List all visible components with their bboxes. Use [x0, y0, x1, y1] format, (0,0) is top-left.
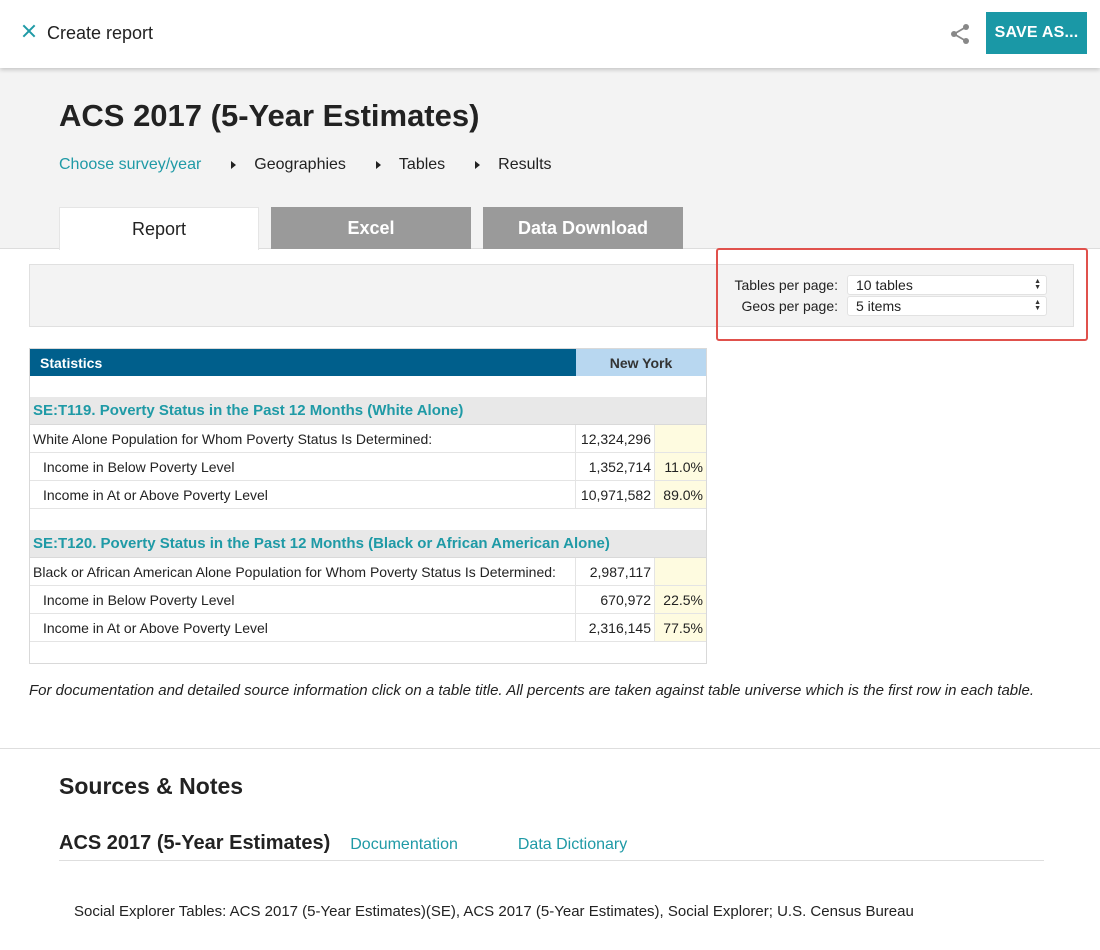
row-percent: [654, 558, 706, 585]
statistics-header: Statistics: [30, 349, 576, 376]
sources-notes-title: Sources & Notes: [59, 773, 244, 799]
breadcrumb-survey-year[interactable]: Choose survey/year: [59, 156, 201, 174]
row-label: White Alone Population for Whom Poverty …: [30, 425, 576, 452]
breadcrumb-arrow-icon: [475, 161, 481, 169]
table-spacer: [30, 642, 706, 663]
table-spacer: [30, 376, 706, 397]
geos-per-page-label: Geos per page:: [741, 298, 838, 314]
table-row: Income in At or Above Poverty Level 10,9…: [30, 481, 706, 509]
table-row: White Alone Population for Whom Poverty …: [30, 425, 706, 453]
geos-per-page-row: Geos per page: 5 items ▲ ▼: [730, 296, 1047, 316]
source-row: ACS 2017 (5-Year Estimates) Documentatio…: [59, 832, 1044, 861]
tables-per-page-row: Tables per page: 10 tables ▲ ▼: [730, 275, 1047, 295]
row-value: 2,987,117: [589, 563, 651, 580]
breadcrumb-tables[interactable]: Tables: [399, 156, 445, 174]
footnote: For documentation and detailed source in…: [29, 682, 1034, 699]
row-label: Income in At or Above Poverty Level: [30, 614, 576, 641]
row-percent: 77.5%: [654, 614, 706, 641]
geos-per-page-select[interactable]: 5 items ▲ ▼: [847, 296, 1047, 316]
breadcrumb-results[interactable]: Results: [498, 156, 551, 174]
geo-header-new-york: New York: [576, 349, 706, 376]
report-table: Statistics New York SE:T119. Poverty Sta…: [29, 348, 707, 664]
tables-per-page-value: 10 tables: [856, 277, 913, 293]
table-row: Income in At or Above Poverty Level 2,31…: [30, 614, 706, 642]
page-title: ACS 2017 (5-Year Estimates): [59, 98, 480, 133]
table-row: Income in Below Poverty Level 1,352,714 …: [30, 453, 706, 481]
row-label: Income in Below Poverty Level: [30, 586, 576, 613]
tab-data-download[interactable]: Data Download: [483, 207, 683, 249]
tables-per-page-label: Tables per page:: [734, 277, 838, 293]
breadcrumb-geographies[interactable]: Geographies: [254, 156, 346, 174]
select-arrows-icon: ▲ ▼: [1034, 299, 1041, 312]
source-citation: Social Explorer Tables: ACS 2017 (5-Year…: [74, 903, 914, 920]
close-icon[interactable]: [20, 22, 38, 40]
row-percent: 89.0%: [654, 481, 706, 508]
source-name: ACS 2017 (5-Year Estimates): [59, 832, 331, 854]
row-label: Income in Below Poverty Level: [30, 453, 576, 480]
top-bar: Create report SAVE AS...: [0, 0, 1100, 68]
share-icon[interactable]: [948, 22, 972, 46]
breadcrumb: Choose survey/year Geographies Tables Re…: [59, 156, 552, 174]
tab-excel[interactable]: Excel: [271, 207, 471, 249]
row-value: 1,352,714: [588, 458, 651, 475]
row-percent: [654, 425, 706, 452]
table-row: Income in Below Poverty Level 670,972 22…: [30, 586, 706, 614]
row-value: 10,971,582: [580, 486, 651, 503]
report-header: ACS 2017 (5-Year Estimates) Choose surve…: [0, 68, 1100, 250]
table-row: Black or African American Alone Populati…: [30, 558, 706, 586]
topbar-title: Create report: [47, 23, 154, 43]
row-percent: 22.5%: [654, 586, 706, 613]
row-value: 670,972: [600, 591, 651, 608]
select-arrows-icon: ▲ ▼: [1034, 278, 1041, 291]
row-label: Black or African American Alone Populati…: [30, 558, 576, 585]
tab-report[interactable]: Report: [59, 207, 259, 250]
table-spacer: [30, 509, 706, 530]
documentation-link[interactable]: Documentation: [350, 836, 458, 854]
table-title-link[interactable]: SE:T120. Poverty Status in the Past 12 M…: [30, 530, 706, 558]
tables-per-page-select[interactable]: 10 tables ▲ ▼: [847, 275, 1047, 295]
row-percent: 11.0%: [654, 453, 706, 480]
breadcrumb-arrow-icon: [231, 161, 237, 169]
geos-per-page-value: 5 items: [856, 298, 902, 314]
save-as-button[interactable]: SAVE AS...: [986, 12, 1087, 54]
table-title-link[interactable]: SE:T119. Poverty Status in the Past 12 M…: [30, 397, 706, 425]
breadcrumb-arrow-icon: [375, 161, 381, 169]
divider: [0, 748, 1100, 749]
row-label: Income in At or Above Poverty Level: [30, 481, 576, 508]
row-value: 2,316,145: [588, 619, 651, 636]
data-dictionary-link[interactable]: Data Dictionary: [518, 836, 627, 854]
row-value: 12,324,296: [580, 430, 651, 447]
table-header: Statistics New York: [30, 349, 706, 376]
